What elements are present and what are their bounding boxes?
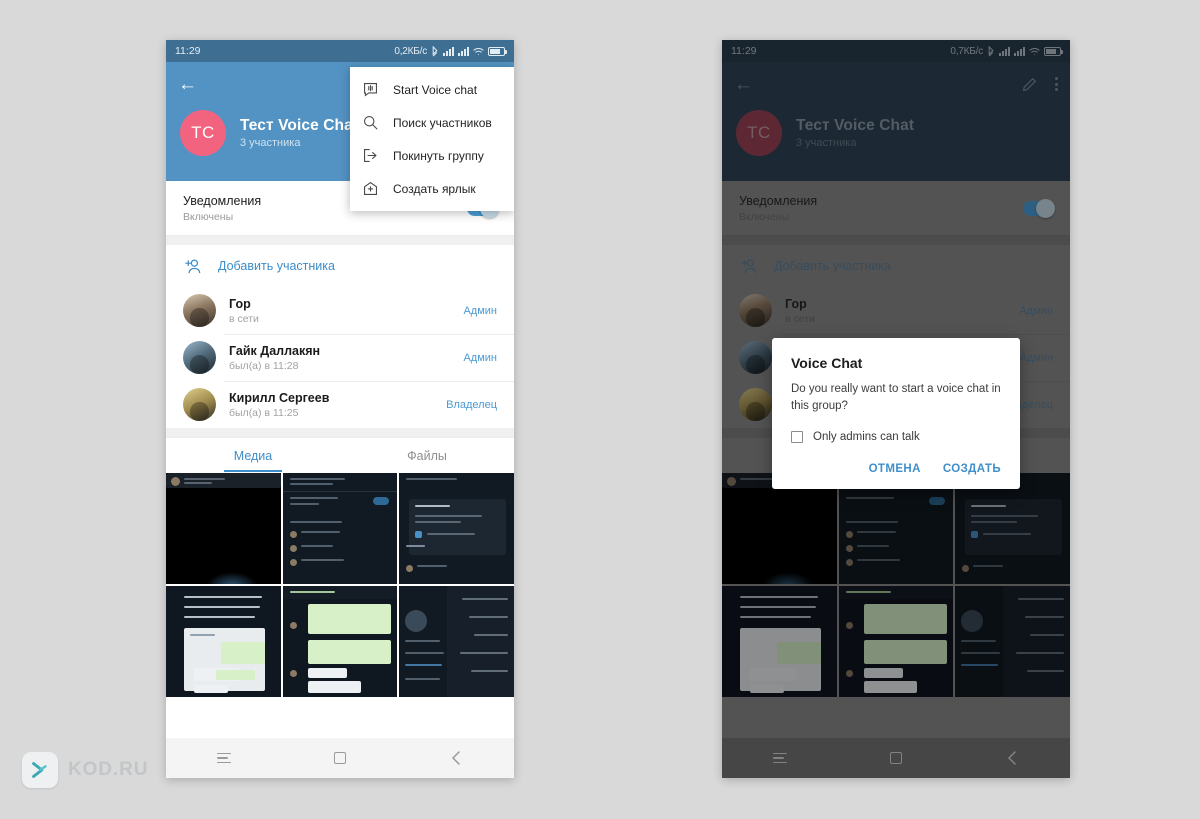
status-time: 11:29 (175, 45, 201, 57)
media-thumbnail[interactable] (282, 473, 398, 584)
menu-item-leave-group[interactable]: Покинуть группу (350, 139, 514, 172)
avatar (183, 341, 216, 374)
watermark: KOD.RU (22, 752, 148, 788)
media-tabs-left: Медиа Файлы (166, 437, 514, 472)
member-list-left: Гор в сети Админ Гайк Даллакян был(а) в … (166, 287, 514, 428)
section-divider-2 (166, 428, 514, 437)
member-status: был(а) в 11:28 (229, 359, 299, 372)
media-thumbnail[interactable] (399, 473, 514, 584)
home-square-icon[interactable] (319, 745, 361, 771)
hamburger-icon[interactable] (203, 745, 245, 771)
dialog-actions: ОТМЕНА СОЗДАТЬ (791, 463, 1001, 481)
phone-left: 11:29 0,2КБ/с ← ТС Тест Voice Chat 3 уча… (166, 40, 514, 778)
checkbox-label: Only admins can talk (813, 431, 920, 444)
notifications-subtitle: Включены (183, 210, 234, 223)
menu-item-label: Создать ярлык (393, 181, 476, 196)
member-row[interactable]: Гор в сети Админ (166, 287, 514, 334)
voice-chat-icon (363, 82, 378, 97)
signal-bars-icon (443, 46, 454, 56)
battery-icon (488, 46, 507, 56)
create-button[interactable]: СОЗДАТЬ (943, 463, 1001, 475)
dialog-title: Voice Chat (791, 355, 863, 371)
member-role: Админ (463, 304, 497, 317)
media-grid-left (166, 472, 514, 697)
tab-media[interactable]: Медиа (166, 438, 340, 472)
member-role: Админ (463, 351, 497, 364)
member-role: Владелец (446, 398, 497, 411)
group-member-count: 3 участника (240, 137, 301, 149)
chevron-logo-icon (22, 752, 58, 788)
avatar (183, 388, 216, 421)
member-name: Гайк Даллакян (229, 343, 321, 358)
signal-bars-icon-2 (458, 46, 469, 56)
menu-item-label: Start Voice chat (393, 82, 478, 97)
member-row[interactable]: Гайк Даллакян был(а) в 11:28 Админ (166, 334, 514, 381)
member-status: в сети (229, 312, 259, 325)
group-avatar: ТС (180, 110, 226, 156)
menu-item-start-voice-chat[interactable]: Start Voice chat (350, 73, 514, 106)
avatar (183, 294, 216, 327)
status-bar-left: 11:29 0,2КБ/с (166, 40, 514, 62)
voice-chat-dialog: Voice Chat Do you really want to start a… (772, 338, 1020, 490)
phone-left-screen: 11:29 0,2КБ/с ← ТС Тест Voice Chat 3 уча… (166, 40, 514, 778)
menu-item-label: Поиск участников (393, 115, 492, 130)
dialog-message: Do you really want to start a voice chat… (791, 383, 1001, 412)
media-thumbnail[interactable] (399, 586, 514, 697)
checkbox-icon[interactable] (791, 431, 803, 444)
bluetooth-icon (432, 45, 438, 56)
network-speed: 0,2КБ/с (394, 45, 427, 57)
wifi-icon (473, 47, 484, 55)
tab-files[interactable]: Файлы (340, 438, 514, 472)
notifications-title: Уведомления (183, 193, 262, 208)
watermark-text: KOD.RU (68, 759, 149, 780)
phone-right-screen: 11:29 0,7КБ/с ← ТС Тест Voice Chat 3 уча… (722, 40, 1070, 778)
media-thumbnail[interactable] (282, 586, 398, 697)
navigation-bar-left (166, 738, 514, 778)
section-divider (166, 236, 514, 245)
add-member-row-left[interactable]: Добавить участника (166, 245, 514, 287)
media-thumbnail[interactable] (166, 586, 281, 697)
member-name: Кирилл Сергеев (229, 390, 330, 405)
exit-icon (363, 148, 377, 163)
member-status: был(а) в 11:25 (229, 406, 299, 419)
back-chevron-icon[interactable] (435, 745, 477, 771)
screenshot-canvas: 11:29 0,2КБ/с ← ТС Тест Voice Chat 3 уча… (0, 0, 1200, 819)
menu-item-label: Покинуть группу (393, 148, 484, 163)
add-person-icon (185, 259, 201, 273)
menu-item-search-members[interactable]: Поиск участников (350, 106, 514, 139)
cancel-button[interactable]: ОТМЕНА (869, 463, 921, 475)
phone-right: 11:29 0,7КБ/с ← ТС Тест Voice Chat 3 уча… (722, 40, 1070, 778)
group-title: Тест Voice Chat (240, 117, 359, 134)
overflow-menu-left: Start Voice chat Поиск участников Покину… (350, 67, 514, 211)
add-member-label: Добавить участника (218, 259, 335, 273)
search-icon (363, 115, 378, 130)
menu-item-create-shortcut[interactable]: Создать ярлык (350, 172, 514, 205)
add-shortcut-icon (363, 181, 378, 196)
member-row[interactable]: Кирилл Сергеев был(а) в 11:25 Владелец (166, 381, 514, 428)
media-thumbnail[interactable] (166, 473, 281, 584)
member-name: Гор (229, 296, 251, 311)
only-admins-checkbox-row[interactable]: Only admins can talk (791, 431, 1001, 444)
back-arrow-icon[interactable]: ← (178, 75, 197, 94)
